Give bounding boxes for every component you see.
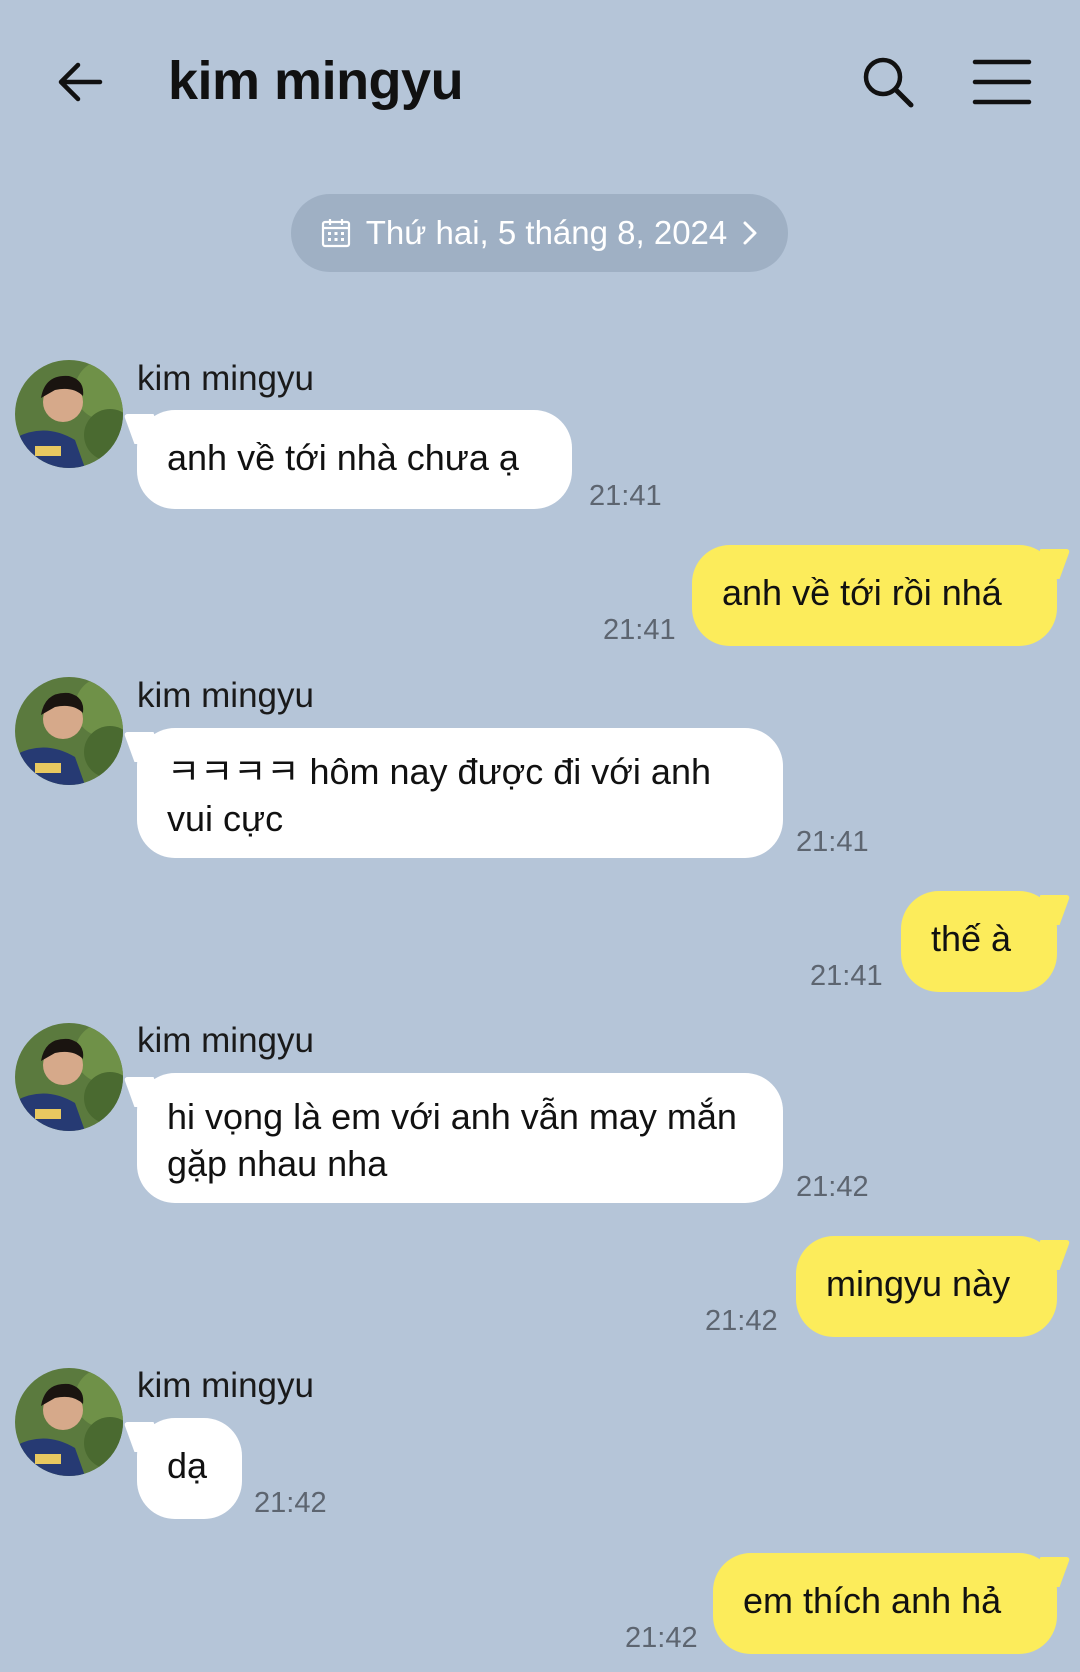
- date-label: Thứ hai, 5 tháng 8, 2024: [365, 214, 728, 251]
- message-text: anh về tới rồi nhá: [722, 572, 1002, 613]
- sender-name: kim mingyu: [137, 676, 314, 715]
- avatar[interactable]: [15, 1368, 123, 1476]
- message-text: thế à: [931, 918, 1012, 959]
- chevron-right-icon: [743, 221, 757, 245]
- message-time: 21:41: [589, 480, 662, 512]
- chat-title: kim mingyu: [168, 51, 464, 111]
- message-time: 21:42: [796, 1171, 869, 1203]
- message-bubble-outgoing[interactable]: mingyu này: [796, 1236, 1057, 1337]
- sender-name: kim mingyu: [137, 359, 314, 398]
- message-text: em thích anh hả: [743, 1580, 1002, 1621]
- avatar-photo: [15, 1368, 123, 1476]
- search-icon[interactable]: [860, 54, 916, 110]
- message-time: 21:42: [625, 1622, 698, 1654]
- avatar[interactable]: [15, 677, 123, 785]
- message-bubble-incoming[interactable]: ㅋㅋㅋㅋ hôm nay được đi với anh vui cực: [137, 728, 783, 858]
- message-bubble-outgoing[interactable]: em thích anh hả: [713, 1553, 1057, 1654]
- calendar-icon: [321, 219, 350, 248]
- sender-name: kim mingyu: [137, 1021, 314, 1060]
- date-divider[interactable]: Thứ hai, 5 tháng 8, 2024: [291, 194, 788, 272]
- hamburger-menu-icon[interactable]: [972, 56, 1032, 108]
- chat-header: kim mingyu: [0, 0, 1080, 170]
- message-bubble-outgoing[interactable]: anh về tới rồi nhá: [692, 545, 1057, 646]
- sender-name: kim mingyu: [137, 1366, 314, 1405]
- message-time: 21:42: [705, 1305, 778, 1337]
- avatar-photo: [15, 360, 123, 468]
- message-bubble-incoming[interactable]: anh về tới nhà chưa ạ: [137, 410, 572, 509]
- message-time: 21:42: [254, 1487, 327, 1519]
- message-text: ㅋㅋㅋㅋ hôm nay được đi với anh vui cực: [167, 751, 711, 839]
- message-time: 21:41: [796, 826, 869, 858]
- message-text: mingyu này: [826, 1263, 1011, 1304]
- message-text: hi vọng là em với anh vẫn may mắn gặp nh…: [167, 1096, 737, 1184]
- message-bubble-outgoing[interactable]: thế à: [901, 891, 1057, 992]
- message-time: 21:41: [810, 960, 883, 992]
- message-text: dạ: [167, 1445, 208, 1486]
- avatar-photo: [15, 677, 123, 785]
- avatar-photo: [15, 1023, 123, 1131]
- message-time: 21:41: [603, 614, 676, 646]
- avatar[interactable]: [15, 1023, 123, 1131]
- arrow-left-icon[interactable]: [54, 56, 106, 108]
- message-bubble-incoming[interactable]: hi vọng là em với anh vẫn may mắn gặp nh…: [137, 1073, 783, 1203]
- message-bubble-incoming[interactable]: dạ: [137, 1418, 242, 1519]
- message-text: anh về tới nhà chưa ạ: [167, 437, 519, 478]
- avatar[interactable]: [15, 360, 123, 468]
